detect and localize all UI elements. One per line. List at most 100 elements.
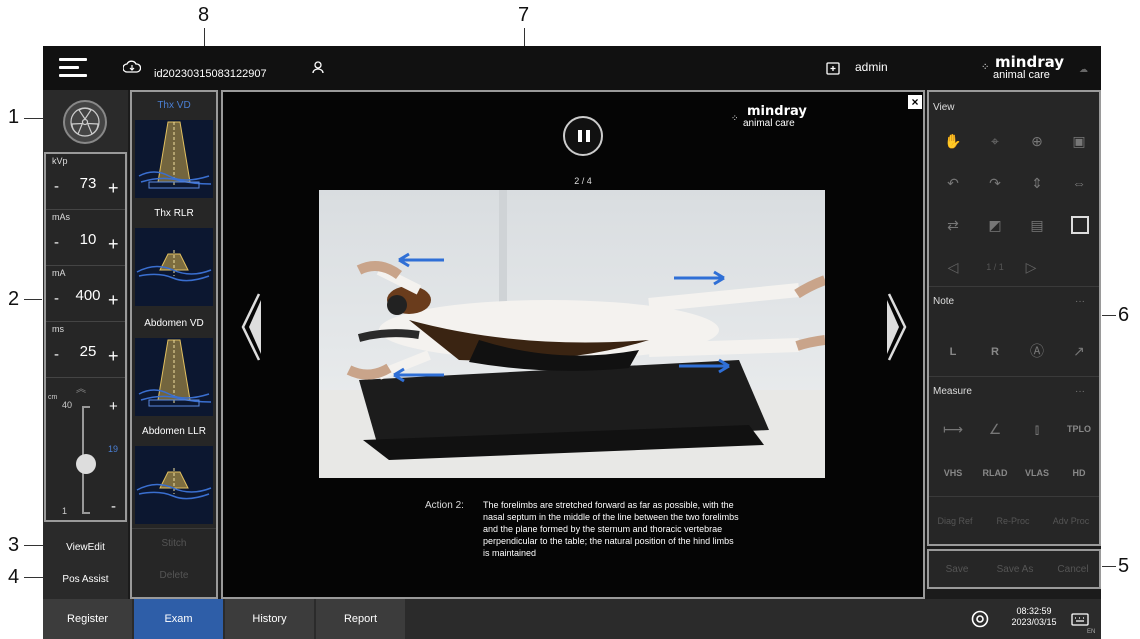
image-settings-icon[interactable]: ◩: [981, 214, 1009, 236]
stitch-button[interactable]: Stitch: [132, 538, 216, 549]
thickness-decrease-button[interactable]: -: [111, 498, 116, 515]
note-more-icon[interactable]: ···: [1075, 296, 1085, 307]
kvp-increase-button[interactable]: +: [108, 178, 119, 199]
thickness-increase-button[interactable]: +: [109, 398, 118, 415]
layout-single-icon[interactable]: [1071, 216, 1089, 234]
kvp-value[interactable]: 73: [70, 175, 106, 192]
kvp-decrease-button[interactable]: -: [54, 178, 59, 195]
param-ma: mA - 400 +: [46, 266, 125, 322]
angle-measure-icon[interactable]: ∠: [981, 418, 1009, 440]
arrow-annotation-icon[interactable]: ↗: [1065, 340, 1093, 362]
prev-arrow-icon[interactable]: [239, 292, 263, 362]
action-line: perpendicular to the table; the natural …: [483, 536, 734, 546]
delete-button[interactable]: Delete: [132, 570, 216, 581]
protocol-label[interactable]: Thx RLR: [132, 208, 216, 219]
crosshair-icon[interactable]: ⌖: [981, 130, 1009, 152]
mas-decrease-button[interactable]: -: [54, 234, 59, 251]
view-edit-button[interactable]: ViewEdit: [43, 534, 128, 562]
adv-proc-button[interactable]: Adv Proc: [1045, 516, 1097, 526]
protocol-thumbnail[interactable]: [135, 446, 213, 524]
ms-value[interactable]: 25: [70, 343, 106, 360]
protocol-list: Thx VD Thx RLR Abdomen VD Abdomen LLR St…: [130, 90, 218, 599]
exposure-params: kVp - 73 + mAs - 10 + mA - 400 + ms - 25…: [44, 152, 127, 522]
ma-decrease-button[interactable]: -: [54, 290, 59, 307]
zoom-icon[interactable]: ⊕: [1023, 130, 1051, 152]
settings-icon[interactable]: [971, 610, 989, 628]
rlad-button[interactable]: RLAD: [973, 468, 1017, 478]
param-kvp: kVp - 73 +: [46, 154, 125, 210]
page-next-icon[interactable]: ▷: [1017, 256, 1045, 278]
ma-value[interactable]: 400: [70, 287, 106, 304]
cloud-icon[interactable]: [123, 60, 141, 74]
collapse-chevron-icon[interactable]: ︽: [76, 380, 86, 395]
exposure-button[interactable]: [63, 100, 107, 144]
thickness-slider[interactable]: cm 40 1 19 + -: [46, 394, 125, 520]
cloud-status-icon: ☁: [1079, 64, 1088, 74]
cancel-button[interactable]: Cancel: [1047, 564, 1099, 575]
fit-window-icon[interactable]: ▣: [1065, 130, 1093, 152]
length-measure-icon[interactable]: ⟼: [939, 418, 967, 440]
vlas-button[interactable]: VLAS: [1015, 468, 1059, 478]
user-name[interactable]: admin: [855, 60, 888, 74]
patient-icon[interactable]: [311, 60, 325, 74]
rotate-left-icon[interactable]: ↶: [939, 172, 967, 194]
rotate-right-icon[interactable]: ↷: [981, 172, 1009, 194]
positioning-photo: [319, 190, 825, 478]
protocol-label[interactable]: Abdomen VD: [132, 318, 216, 329]
save-as-button[interactable]: Save As: [989, 564, 1041, 575]
thickness-unit: cm: [48, 394, 58, 401]
flip-horizontal-icon[interactable]: ⇔: [1065, 172, 1093, 194]
top-bar: id20230315083122907 admin ⁘ mindray anim…: [43, 46, 1101, 90]
protocol-label[interactable]: Thx VD: [132, 100, 216, 111]
bottom-nav: Register Exam History Report 08:32:59 20…: [43, 599, 1101, 639]
close-icon[interactable]: ×: [908, 95, 922, 109]
thickness-current: 19: [108, 444, 119, 455]
save-bar: Save Save As Cancel: [927, 549, 1101, 589]
figure-root: 8 7 1 2 3 4 6 5 id20230315083122907 admi…: [0, 0, 1140, 639]
protocol-label[interactable]: Abdomen LLR: [132, 426, 216, 437]
measure-more-icon[interactable]: ···: [1075, 386, 1085, 397]
tab-register[interactable]: Register: [43, 599, 133, 639]
device-screen: id20230315083122907 admin ⁘ mindray anim…: [43, 46, 1101, 639]
protocol-thumbnail[interactable]: [135, 120, 213, 198]
keyboard-icon[interactable]: [1071, 611, 1089, 627]
action-line: The forelimbs are stretched forward as f…: [483, 500, 734, 510]
ms-increase-button[interactable]: +: [108, 346, 119, 367]
report-edit-icon[interactable]: ▤: [1023, 214, 1051, 236]
clock-time: 08:32:59: [1016, 606, 1052, 616]
ms-decrease-button[interactable]: -: [54, 346, 59, 363]
vhs-button[interactable]: VHS: [931, 468, 975, 478]
invert-icon[interactable]: ⇄: [939, 214, 967, 236]
next-arrow-icon[interactable]: [885, 292, 909, 362]
tab-exam[interactable]: Exam: [134, 599, 224, 639]
positioning-guide: × 2 / 4 ⁘ mindray animal care Action 2: …: [221, 90, 925, 599]
thickness-knob[interactable]: [76, 454, 96, 475]
dog-positioning-illustration: [319, 190, 825, 478]
note-right-marker-button[interactable]: R: [973, 346, 1017, 358]
clock-date: 2023/03/15: [1011, 617, 1057, 627]
protocol-thumbnail[interactable]: [135, 338, 213, 416]
text-annotation-icon[interactable]: Ⓐ: [1023, 340, 1051, 362]
tab-history[interactable]: History: [225, 599, 315, 639]
note-left-marker-button[interactable]: L: [931, 346, 975, 358]
flip-vertical-icon[interactable]: ⇕: [1023, 172, 1051, 194]
mas-increase-button[interactable]: +: [108, 234, 119, 255]
page-prev-icon[interactable]: ◁: [939, 256, 967, 278]
login-icon[interactable]: [825, 60, 841, 76]
ma-increase-button[interactable]: +: [108, 290, 119, 311]
protocol-thumbnail[interactable]: [135, 228, 213, 306]
menu-icon[interactable]: [59, 58, 87, 82]
re-proc-button[interactable]: Re-Proc: [987, 516, 1039, 526]
ratio-measure-icon[interactable]: ⫾: [1023, 418, 1051, 440]
brand-logo: ⁘ mindray animal care: [977, 52, 1077, 84]
hd-button[interactable]: HD: [1057, 468, 1101, 478]
mas-value[interactable]: 10: [70, 231, 106, 248]
diag-ref-button[interactable]: Diag Ref: [929, 516, 981, 526]
save-button[interactable]: Save: [931, 564, 983, 575]
pause-button[interactable]: [563, 116, 603, 156]
tplo-button[interactable]: TPLO: [1057, 424, 1101, 434]
pan-hand-icon[interactable]: ✋: [939, 130, 967, 152]
thickness-max: 40: [62, 400, 73, 410]
tab-report[interactable]: Report: [316, 599, 406, 639]
pos-assist-button[interactable]: Pos Assist: [43, 566, 128, 594]
